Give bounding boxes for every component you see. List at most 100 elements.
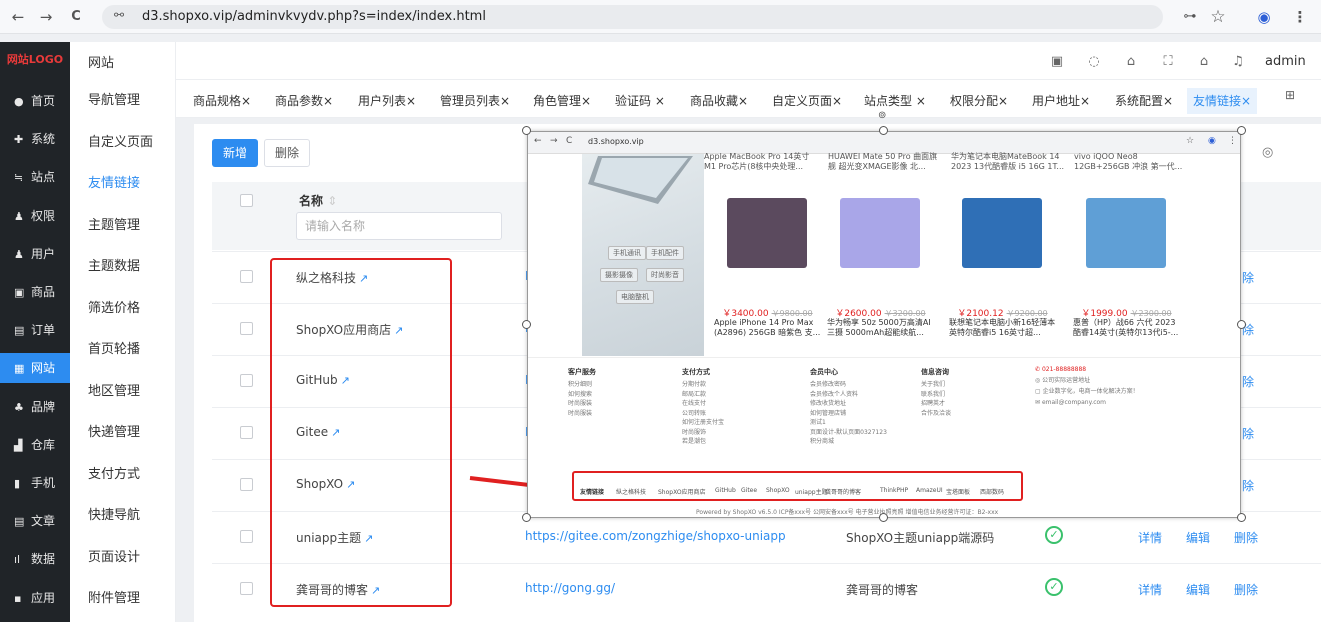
back-icon[interactable]: ← bbox=[8, 7, 28, 27]
row-checkbox[interactable] bbox=[240, 322, 253, 335]
sub-nav-item[interactable]: 友情链接 bbox=[70, 169, 176, 199]
url-text[interactable]: d3.shopxo.vip/adminvkvydv.php?s=index/in… bbox=[142, 9, 486, 24]
row-checkbox[interactable] bbox=[240, 270, 253, 283]
tab-item[interactable]: 用户地址× bbox=[1032, 88, 1090, 114]
select-all-checkbox[interactable] bbox=[240, 194, 253, 207]
row-action-2[interactable]: 删除 bbox=[1234, 529, 1258, 546]
row-checkbox[interactable] bbox=[240, 478, 253, 491]
theme-icon[interactable]: ◌ bbox=[1086, 54, 1102, 70]
tab-item[interactable]: 友情链接× bbox=[1187, 88, 1258, 114]
resize-handle[interactable] bbox=[1237, 320, 1246, 329]
sub-nav-item[interactable]: 快捷导航 bbox=[70, 501, 176, 531]
bookmark-star-icon[interactable]: ☆ bbox=[1208, 7, 1228, 27]
screen-icon[interactable]: ▣ bbox=[1049, 54, 1065, 70]
tab-item[interactable]: 系统配置× bbox=[1115, 88, 1173, 114]
sub-nav-item[interactable]: 导航管理 bbox=[70, 86, 176, 116]
nav-item-5[interactable]: ♟ 用户 bbox=[0, 239, 70, 269]
sub-nav-item[interactable]: 首页轮播 bbox=[70, 335, 176, 365]
tab-item[interactable]: 商品规格× bbox=[193, 88, 251, 114]
rotate-handle-icon[interactable]: ⊚ bbox=[878, 110, 886, 121]
nav-item-1[interactable]: ● 首页 bbox=[0, 86, 70, 116]
tab-grid-icon[interactable]: ⊞ bbox=[1285, 88, 1295, 102]
sub-nav-item[interactable]: 快递管理 bbox=[70, 418, 176, 448]
sub-nav-item[interactable]: 主题管理 bbox=[70, 211, 176, 241]
browser-menu-icon[interactable]: ⋮ bbox=[1290, 7, 1310, 27]
row-action-0[interactable]: 除 bbox=[1242, 425, 1254, 442]
row-action-2[interactable]: 删除 bbox=[1234, 581, 1258, 598]
row-checkbox[interactable] bbox=[240, 426, 253, 439]
row-action-1[interactable]: 编辑 bbox=[1186, 581, 1210, 598]
nav-item-2[interactable]: ✚ 系统 bbox=[0, 124, 70, 154]
product-card[interactable]: ￥1999.00 ￥2300.00 惠普（HP）战66 六代 2023酷睿14英寸(… bbox=[1066, 184, 1187, 349]
footer-link: 测试1 bbox=[810, 419, 826, 426]
nav-item-3[interactable]: ≒ 站点 bbox=[0, 162, 70, 192]
nav-item-4[interactable]: ♟ 权限 bbox=[0, 201, 70, 231]
tab-item[interactable]: 用户列表× bbox=[358, 88, 416, 114]
resize-handle[interactable] bbox=[1237, 126, 1246, 135]
profile-icon[interactable]: ◉ bbox=[1254, 7, 1274, 27]
resize-handle[interactable] bbox=[522, 320, 531, 329]
row-action-0[interactable]: 详情 bbox=[1138, 581, 1162, 598]
tab-item[interactable]: 管理员列表× bbox=[440, 88, 510, 114]
sort-icon[interactable]: ⇕ bbox=[327, 194, 337, 208]
sub-nav-item[interactable]: 主题数据 bbox=[70, 252, 176, 282]
store-icon[interactable]: ⌂ bbox=[1123, 54, 1139, 70]
tab-item[interactable]: 站点类型 × bbox=[864, 88, 926, 114]
settings-icon[interactable]: ◎ bbox=[1262, 145, 1273, 160]
resize-handle[interactable] bbox=[1237, 513, 1246, 522]
sub-nav-item[interactable]: 附件管理 bbox=[70, 584, 176, 614]
admin-user[interactable]: admin bbox=[1265, 54, 1306, 69]
site-info-icon[interactable]: ⚯ bbox=[114, 8, 124, 22]
sub-nav-item[interactable]: 支付方式 bbox=[70, 460, 176, 490]
nav-item-14[interactable]: ▪ 应用 bbox=[0, 583, 70, 613]
row-checkbox[interactable] bbox=[240, 582, 253, 595]
link-url[interactable]: https://gitee.com/zongzhige/shopxo-uniap… bbox=[525, 529, 786, 543]
bell-icon[interactable]: ♫ bbox=[1230, 54, 1246, 70]
product-card[interactable]: ￥2100.12 ￥9200.00 联想笔记本电脑小新16轻薄本 英特尔酷睿i5 1… bbox=[942, 184, 1063, 349]
tab-item[interactable]: 自定义页面× bbox=[772, 88, 842, 114]
resize-handle[interactable] bbox=[522, 126, 531, 135]
enabled-check-icon[interactable]: ✓ bbox=[1045, 526, 1063, 544]
sub-nav-item[interactable]: 页面设计 bbox=[70, 543, 176, 573]
row-action-0[interactable]: 除 bbox=[1242, 269, 1254, 286]
home-icon[interactable]: ⌂ bbox=[1196, 54, 1212, 70]
nav-item-7[interactable]: ▤ 订单 bbox=[0, 315, 70, 345]
tab-item[interactable]: 权限分配× bbox=[950, 88, 1008, 114]
add-button[interactable]: 新增 bbox=[212, 139, 258, 167]
nav-item-9[interactable]: ♣ 品牌 bbox=[0, 392, 70, 422]
row-action-0[interactable]: 详情 bbox=[1138, 529, 1162, 546]
sub-nav-item[interactable]: 自定义页面 bbox=[70, 128, 176, 158]
nav-item-10[interactable]: ▟ 仓库 bbox=[0, 430, 70, 460]
resize-handle[interactable] bbox=[522, 513, 531, 522]
row-action-0[interactable]: 除 bbox=[1242, 477, 1254, 494]
nav-item-13[interactable]: ıl 数据 bbox=[0, 544, 70, 574]
nav-item-12[interactable]: ▤ 文章 bbox=[0, 506, 70, 536]
password-key-icon[interactable]: ⊶ bbox=[1180, 7, 1200, 27]
product-card[interactable]: ￥3400.00 ￥9800.00 Apple iPhone 14 Pro Max … bbox=[707, 184, 828, 349]
row-checkbox[interactable] bbox=[240, 530, 253, 543]
forward-icon[interactable]: → bbox=[36, 7, 56, 27]
row-action-1[interactable]: 编辑 bbox=[1186, 529, 1210, 546]
site-logo[interactable]: 网站LOGO bbox=[0, 42, 70, 78]
nav-item-11[interactable]: ▮ 手机 bbox=[0, 468, 70, 498]
link-url[interactable]: http://gong.gg/ bbox=[525, 581, 615, 595]
reload-icon[interactable]: C bbox=[66, 7, 86, 27]
product-card[interactable]: ￥2600.00 ￥3200.00 华为畅享 50z 5000万高清AI三摄 500… bbox=[820, 184, 941, 349]
enabled-check-icon[interactable]: ✓ bbox=[1045, 578, 1063, 596]
row-action-0[interactable]: 除 bbox=[1242, 373, 1254, 390]
resize-handle[interactable] bbox=[879, 126, 888, 135]
product-title-top: Apple MacBook Pro 14英寸 M1 Pro芯片(8核中央处理..… bbox=[704, 152, 810, 171]
delete-button[interactable]: 删除 bbox=[264, 139, 310, 167]
resize-handle[interactable] bbox=[879, 513, 888, 522]
sub-nav-item[interactable]: 地区管理 bbox=[70, 377, 176, 407]
tab-item[interactable]: 商品参数× bbox=[275, 88, 333, 114]
tab-item[interactable]: 商品收藏× bbox=[690, 88, 748, 114]
tab-item[interactable]: 角色管理× bbox=[533, 88, 591, 114]
name-search-input[interactable]: 请输入名称 bbox=[296, 212, 502, 240]
nav-item-6[interactable]: ▣ 商品 bbox=[0, 277, 70, 307]
row-checkbox[interactable] bbox=[240, 374, 253, 387]
tab-item[interactable]: 验证码 × bbox=[615, 88, 665, 114]
nav-item-8[interactable]: ▦ 网站 bbox=[0, 353, 70, 384]
sub-nav-item[interactable]: 筛选价格 bbox=[70, 294, 176, 324]
fullscreen-icon[interactable]: ⛶ bbox=[1160, 54, 1176, 70]
